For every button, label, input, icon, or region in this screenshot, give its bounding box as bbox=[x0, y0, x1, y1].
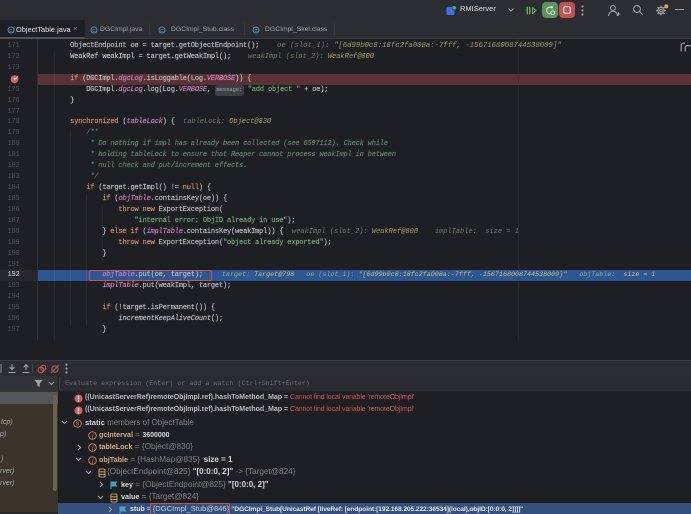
svg-text:C: C bbox=[160, 27, 164, 33]
svg-text:C: C bbox=[254, 27, 258, 33]
svg-text:C: C bbox=[92, 27, 96, 33]
svg-text:S: S bbox=[76, 421, 80, 427]
svg-text:C: C bbox=[9, 27, 13, 33]
